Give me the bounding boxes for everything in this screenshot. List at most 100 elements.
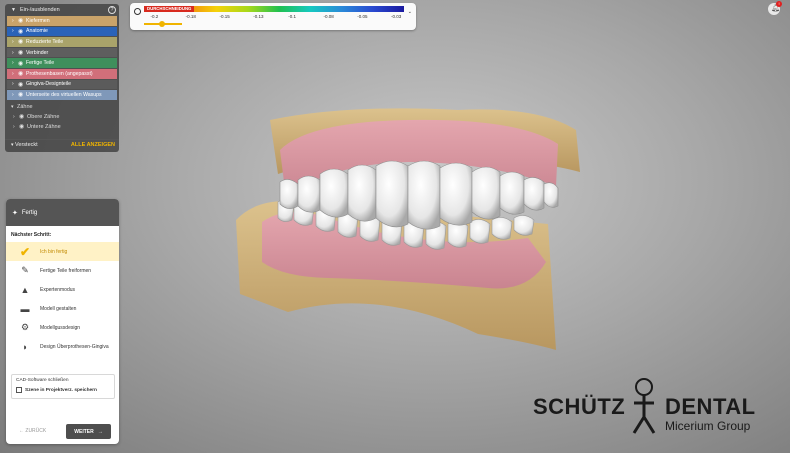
layer-upper-teeth[interactable]: › ◉ Obere Zähne [5,112,119,122]
layer-row[interactable]: › ◉ Prothesenbasen (angepasst) [7,68,117,79]
eye-icon[interactable]: ◉ [18,81,26,88]
step-label: Modell gestalten [40,305,77,312]
step-im-done[interactable]: ✔ Ich bin fertig [6,242,119,261]
layer-label: Unterseite des virtuellen Wasups [26,91,102,98]
slider-handle[interactable] [159,20,165,27]
notification-button[interactable]: 🔔︎ ! [768,1,782,15]
freeform-tool-icon: ✎ [21,265,29,275]
wizard-navigation: ← ZURÜCK WEITER → [6,424,119,439]
layer-row[interactable]: › ◉ Gingiva-Designteile [7,79,117,90]
layer-row[interactable]: › ◉ Anatomie [7,26,117,37]
save-scene-checkbox[interactable] [16,387,22,393]
visibility-panel: ▼ Ein-/ausblenden ? › ◉ Kiefermen › ◉ Anatomi… [5,4,119,152]
layer-label: Untere Zähne [27,123,61,130]
back-button[interactable]: ← ZURÜCK [19,428,46,434]
step-label: Ich bin fertig [40,248,68,255]
layer-row[interactable]: › ◉ Verbinder [7,47,117,58]
close-cad-label: CAD-Software schließen [16,378,69,383]
eye-icon[interactable]: ◉ [18,17,26,24]
layer-lower-teeth[interactable]: › ◉ Untere Zähne [5,122,119,132]
save-scene-option[interactable]: Szene in Projektverz. speichern [16,387,110,393]
scale-ticks: -0.2 -0.18 -0.15 -0.13 -0.1 -0.08 -0.05 … [144,14,404,20]
eye-icon[interactable]: ◉ [18,70,26,77]
wizard-title: Fertig [21,209,38,216]
close-cad-section: CAD-Software schließen Szene in Projektv… [11,374,115,399]
step-label: Modellgussdesign [40,324,81,331]
question-circle-icon[interactable]: ? [108,6,116,14]
step-label: Fertige Teile freiformen [40,267,92,274]
step-gingiva-design[interactable]: ◗ Design Überprothesen-Gingiva [6,337,119,356]
deviation-color-scale: DURCHSCHNEIDUNG -0.2 -0.18 -0.15 -0.13 -… [130,3,416,30]
scale-tick: -0.08 [323,14,334,19]
scale-tick: -0.18 [185,14,196,19]
step-freeform-finished-parts[interactable]: ✎ Fertige Teile freiformen [6,261,119,280]
eye-icon[interactable]: ◉ [18,91,26,98]
layer-row[interactable]: › ◉ Unterseite des virtuellen Wasups [7,90,117,100]
workflow-wizard-panel: ✦ Fertig Nächster Schritt: ✔ Ich bin fer… [6,199,119,444]
teeth-group-header[interactable]: ▾ Zähne [5,102,119,112]
chevron-down-icon[interactable]: ⌄ [408,9,412,15]
layer-row[interactable]: › ◉ Kiefermen [7,16,117,26]
visibility-panel-header[interactable]: ▼ Ein-/ausblenden ? [5,4,119,16]
step-label: Design Überprothesen-Gingiva [40,343,109,350]
next-label: WEITER [74,428,94,435]
teeth-group-label: Zähne [17,103,33,110]
eye-icon[interactable]: ◉ [19,123,27,130]
wizard-header: ✦ Fertig [6,199,119,226]
hidden-label[interactable]: ▾ Versteckt [11,142,38,148]
magic-wand-icon: ✦ [12,209,18,217]
step-label: Expertenmodus [40,286,76,293]
logo-figure-icon [632,378,656,434]
step-expert-mode[interactable]: ▲ Expertenmodus [6,280,119,299]
layer-label: Kiefermen [26,17,50,24]
arrow-right-icon: → [97,428,103,435]
hidden-section: ▾ Versteckt ALLE ANZEIGEN [5,139,119,150]
scale-tick: -0.05 [357,14,368,19]
hidden-label-text: Versteckt [15,142,38,148]
schuetz-dental-logo: SCHÜTZ DENTAL Micerium Group [530,377,760,437]
logo-word-1: SCHÜTZ [533,394,626,419]
next-step-label: Nächster Schritt: [11,232,52,238]
layer-label: Gingiva-Designteile [26,81,71,88]
scale-tick: -0.13 [253,14,264,19]
eye-icon[interactable]: ◉ [18,38,26,45]
scale-tick: -0.2 [150,14,159,19]
scale-tick: -0.03 [391,14,402,19]
check-icon: ✔ [19,244,31,259]
expert-hat-icon: ▲ [20,284,30,295]
step-cast-design[interactable]: ⚙ Modellgussdesign [6,318,119,337]
next-button[interactable]: WEITER → [66,424,111,439]
cast-design-icon: ⚙ [20,322,30,332]
eye-icon[interactable]: ◉ [18,28,26,35]
layer-label: Fertige Teile [26,60,55,67]
arrow-left-icon: ← [19,428,24,434]
layer-list: › ◉ Kiefermen › ◉ Anatomie › ◉ Reduzierte Teile ›… [5,16,119,100]
chevron-down-icon: ▼ [11,7,16,13]
layer-row[interactable]: › ◉ Reduzierte Teile [7,37,117,47]
layer-label: Reduzierte Teile [26,38,64,45]
color-scale-title: DURCHSCHNEIDUNG [144,6,195,12]
save-scene-label: Szene in Projektverz. speichern [25,387,97,393]
scale-tick: -0.1 [288,14,297,19]
chevron-down-icon: ▾ [11,142,14,148]
layer-label: Verbinder [26,49,49,56]
layer-label: Prothesenbasen (angepasst) [26,70,93,77]
visibility-panel-title: Ein-/ausblenden [19,7,60,13]
eye-icon[interactable]: ◉ [19,113,27,120]
model-design-icon: ▬ [20,303,30,314]
notification-badge: ! [776,1,782,7]
gauge-icon[interactable] [134,8,141,15]
layer-label: Obere Zähne [27,113,60,120]
layer-label: Anatomie [26,28,48,35]
step-model-design[interactable]: ▬ Modell gestalten [6,299,119,318]
dental-model-3d-view[interactable] [228,102,598,357]
scale-tick: -0.15 [219,14,230,19]
logo-subtitle: Micerium Group [665,419,751,433]
show-all-button[interactable]: ALLE ANZEIGEN [71,142,115,148]
layer-row[interactable]: › ◉ Fertige Teile [7,58,117,68]
eye-icon[interactable]: ◉ [18,60,26,67]
eye-icon[interactable]: ◉ [18,49,26,56]
back-label: ZURÜCK [25,428,47,434]
gingiva-design-icon: ◗ [22,341,28,352]
logo-word-2: DENTAL [665,394,756,419]
